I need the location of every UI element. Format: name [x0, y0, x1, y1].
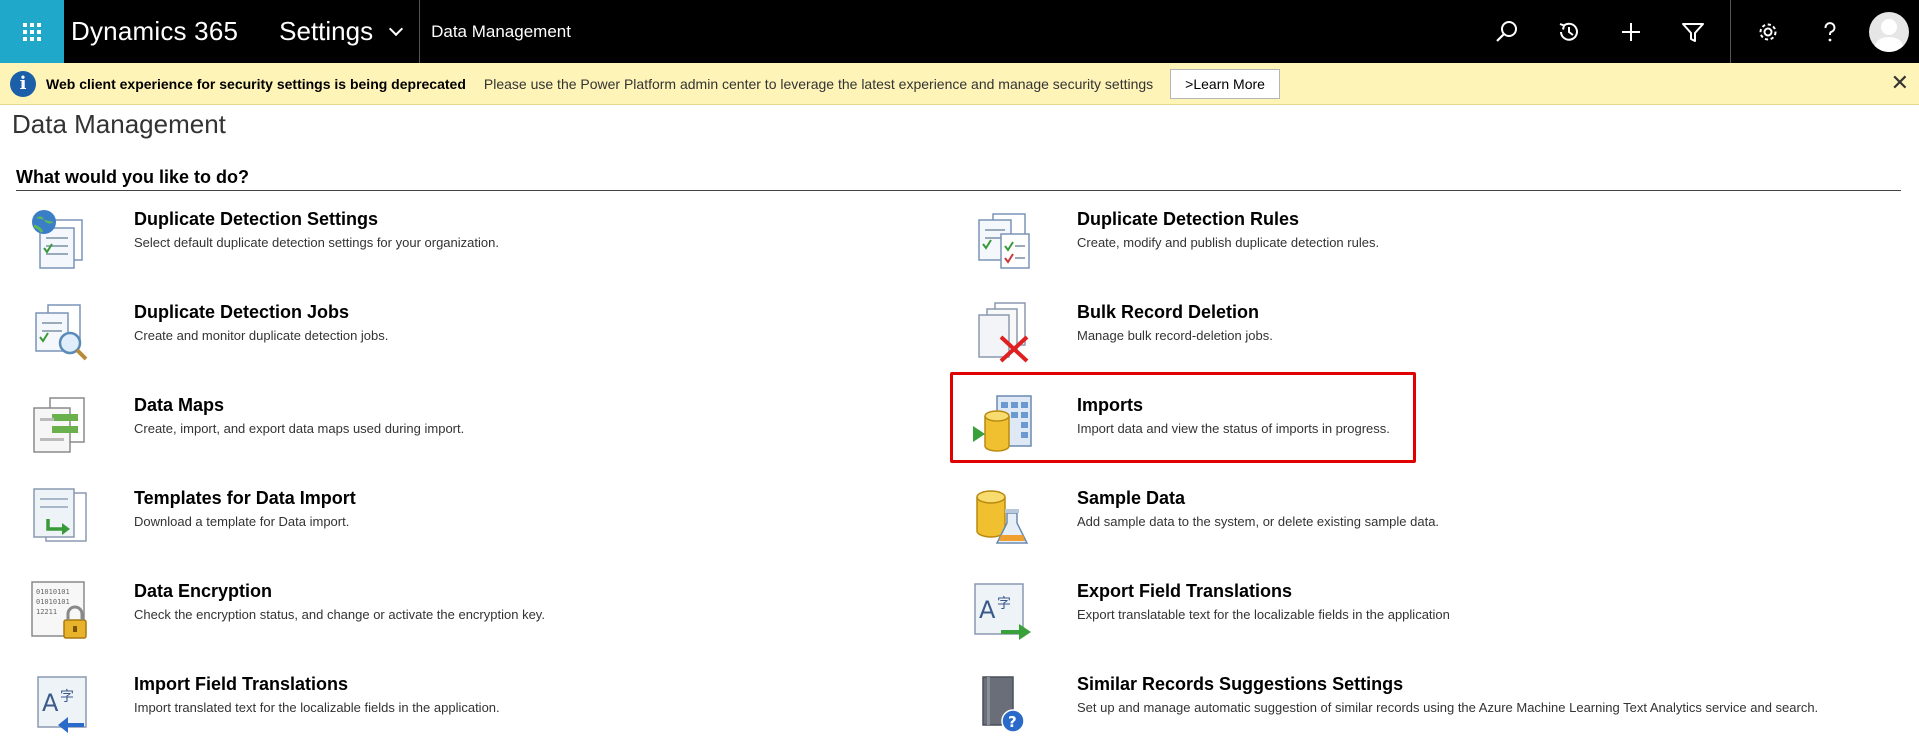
item-templates-for-data-import[interactable]: Templates for Data Import Download a tem…	[28, 475, 948, 561]
imports-database-icon	[973, 395, 1032, 452]
user-icon	[1874, 18, 1904, 52]
settings-button[interactable]	[1737, 0, 1799, 63]
search-button[interactable]	[1476, 0, 1538, 63]
similar-records-help-icon: ?	[982, 676, 1025, 733]
area-label: Settings	[279, 16, 374, 46]
svg-text:字: 字	[997, 596, 1011, 612]
create-new-button[interactable]	[1600, 0, 1662, 63]
page-title: Data Management	[12, 109, 226, 139]
divider	[419, 0, 421, 63]
item-bulk-record-deletion[interactable]: Bulk Record Deletion Manage bulk record-…	[971, 289, 1891, 375]
filter-icon	[1682, 22, 1704, 42]
svg-text:A: A	[979, 596, 996, 624]
close-icon[interactable]: ✕	[1891, 71, 1909, 95]
item-data-encryption[interactable]: 01010101 01010101 12211 Data Encryption …	[28, 568, 948, 654]
svg-text:12211: 12211	[36, 608, 57, 616]
top-right-toolbar	[1476, 0, 1919, 63]
item-title[interactable]: Imports	[1077, 395, 1390, 416]
bulk-delete-icon	[978, 302, 1029, 363]
divider	[1730, 0, 1731, 63]
item-title[interactable]: Data Maps	[134, 395, 464, 416]
item-description: Import data and view the status of impor…	[1077, 421, 1390, 436]
svg-text:字: 字	[60, 689, 74, 705]
app-launcher-button[interactable]	[0, 0, 64, 63]
item-data-maps[interactable]: Data Maps Create, import, and export dat…	[28, 382, 948, 468]
svg-text:01010101: 01010101	[36, 598, 70, 606]
item-title[interactable]: Export Field Translations	[1077, 581, 1450, 602]
svg-text:01010101: 01010101	[36, 588, 70, 596]
item-title[interactable]: Duplicate Detection Settings	[134, 209, 499, 230]
item-title[interactable]: Similar Records Suggestions Settings	[1077, 674, 1818, 695]
section-divider	[16, 190, 1901, 191]
user-avatar[interactable]	[1869, 11, 1909, 52]
svg-text:?: ?	[1008, 713, 1017, 731]
encryption-lock-icon: 01010101 01010101 12211	[31, 581, 87, 639]
item-imports[interactable]: Imports Import data and view the status …	[971, 382, 1891, 468]
item-title[interactable]: Data Encryption	[134, 581, 545, 602]
item-title[interactable]: Duplicate Detection Rules	[1077, 209, 1379, 230]
item-description: Create and monitor duplicate detection j…	[134, 328, 389, 343]
item-title[interactable]: Templates for Data Import	[134, 488, 356, 509]
sample-data-flask-icon	[976, 490, 1029, 544]
duplicate-detection-settings-icon	[32, 210, 83, 269]
svg-text:A: A	[42, 689, 59, 717]
data-maps-icon	[33, 397, 85, 453]
item-description: Check the encryption status, and change …	[134, 607, 545, 622]
item-description: Select default duplicate detection setti…	[134, 235, 499, 250]
waffle-icon	[23, 22, 41, 41]
item-description: Export translatable text for the localiz…	[1077, 607, 1450, 622]
item-sample-data[interactable]: Sample Data Add sample data to the syste…	[971, 475, 1891, 561]
item-description: Download a template for Data import.	[134, 514, 350, 529]
item-title[interactable]: Import Field Translations	[134, 674, 500, 695]
item-description: Create, modify and publish duplicate det…	[1077, 235, 1380, 250]
plus-icon	[1622, 22, 1640, 41]
item-title[interactable]: Bulk Record Deletion	[1077, 302, 1273, 323]
duplicate-detection-rules-icon	[978, 213, 1030, 269]
item-duplicate-detection-settings[interactable]: Duplicate Detection Settings Select defa…	[28, 196, 948, 282]
item-duplicate-detection-jobs[interactable]: Duplicate Detection Jobs Create and moni…	[28, 289, 948, 375]
gear-icon	[1759, 23, 1777, 40]
item-title[interactable]: Sample Data	[1077, 488, 1439, 509]
item-title[interactable]: Duplicate Detection Jobs	[134, 302, 388, 323]
export-translations-icon: A 字	[974, 583, 1031, 640]
template-download-icon	[33, 488, 87, 542]
history-icon	[1559, 22, 1578, 41]
item-description: Import translated text for the localizab…	[134, 700, 500, 715]
breadcrumb[interactable]: Data Management	[431, 22, 571, 42]
section-heading: What would you like to do?	[16, 167, 249, 187]
item-description: Create, import, and export data maps use…	[134, 421, 465, 436]
duplicate-detection-jobs-icon	[35, 304, 88, 361]
search-icon	[1496, 20, 1517, 42]
top-nav-bar: Dynamics 365 Settings Data Management	[0, 0, 1919, 63]
advanced-find-button[interactable]	[1662, 0, 1724, 63]
chevron-down-icon	[389, 21, 404, 36]
item-description: Set up and manage automatic suggestion o…	[1077, 700, 1819, 715]
info-icon: i	[10, 70, 36, 97]
item-import-field-translations[interactable]: A 字 Import Field Translations Import tra…	[28, 661, 948, 747]
area-selector[interactable]: Settings	[279, 16, 404, 47]
help-icon	[1824, 21, 1836, 41]
deprecation-notice-bar: i Web client experience for security set…	[0, 63, 1919, 105]
app-brand[interactable]: Dynamics 365	[71, 16, 238, 47]
notice-title: Web client experience for security setti…	[46, 75, 466, 92]
help-button[interactable]	[1799, 0, 1861, 63]
learn-more-button[interactable]: >Learn More	[1170, 68, 1280, 99]
notice-message: Please use the Power Platform admin cent…	[483, 75, 1154, 92]
item-similar-records-suggestions-settings[interactable]: ? Similar Records Suggestions Settings S…	[971, 661, 1891, 747]
item-description: Add sample data to the system, or delete…	[1077, 514, 1440, 529]
import-translations-icon: A 字	[37, 676, 87, 733]
item-duplicate-detection-rules[interactable]: Duplicate Detection Rules Create, modify…	[971, 196, 1891, 282]
recent-button[interactable]	[1538, 0, 1600, 63]
item-description: Manage bulk record-deletion jobs.	[1077, 328, 1273, 343]
item-export-field-translations[interactable]: A 字 Export Field Translations Export tra…	[971, 568, 1891, 654]
